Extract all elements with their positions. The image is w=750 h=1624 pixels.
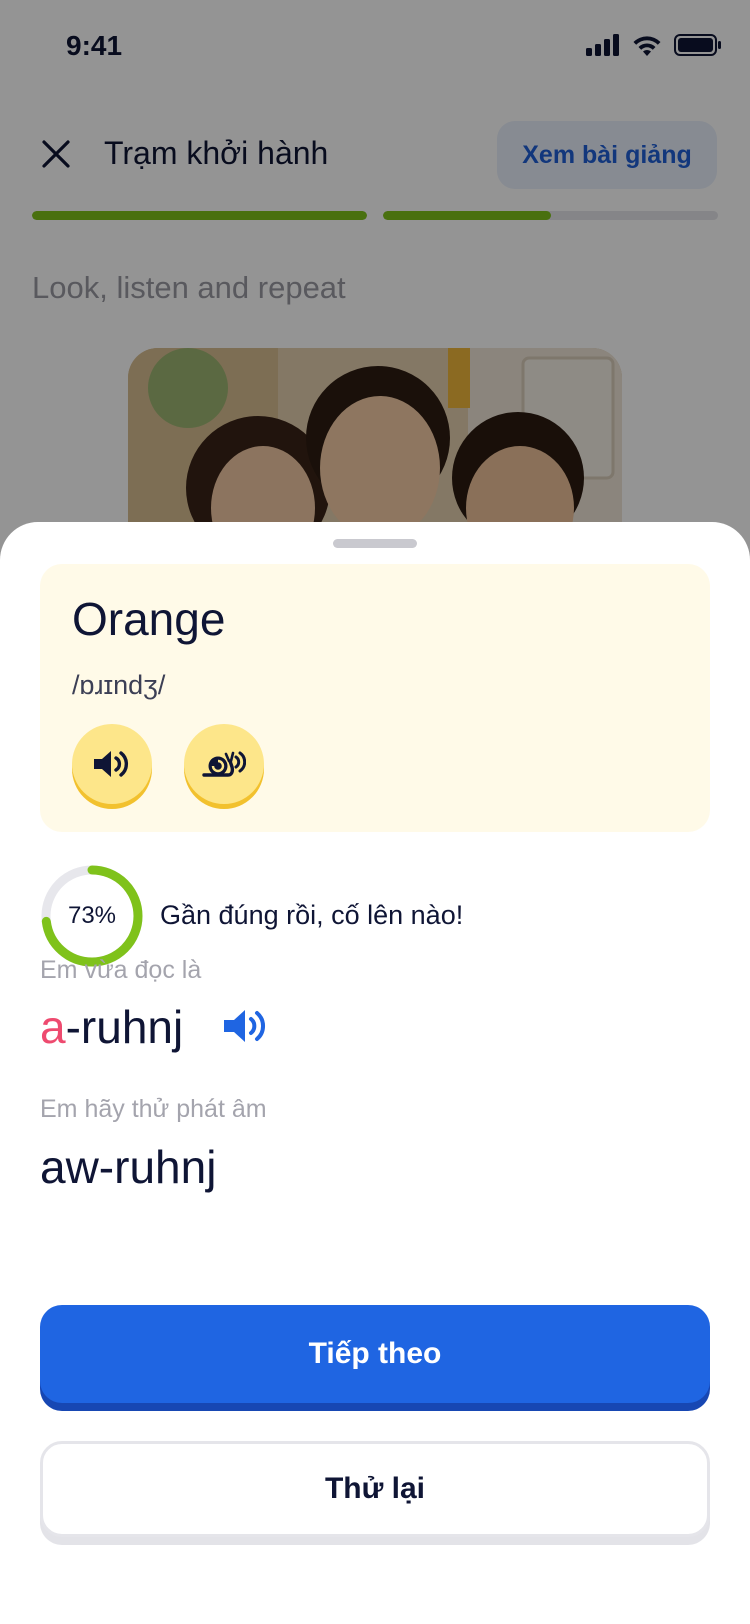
play-audio-button[interactable] (72, 724, 152, 804)
suggested-pronunciation: aw-ruhnj (40, 1141, 217, 1193)
pronunciation-result-sheet: Orange /ɒɹɪndʒ/ 73% Gần đúng rồi, cố lên… (0, 522, 750, 1624)
mispronounced-part: a (40, 1001, 66, 1053)
feedback-text: Gần đúng rồi, cố lên nào! (160, 900, 464, 930)
you-read-word: a -ruhnj (40, 1000, 183, 1054)
you-read-label: Em vừa đọc là (40, 956, 202, 984)
read-word-rest: -ruhnj (65, 1001, 184, 1053)
target-word: Orange (72, 593, 226, 645)
retry-button[interactable]: Thử lại (40, 1441, 710, 1537)
word-card: Orange /ɒɹɪndʒ/ (40, 564, 710, 832)
play-slow-audio-button[interactable] (184, 724, 264, 804)
sheet-grabber[interactable] (333, 539, 417, 548)
next-button[interactable]: Tiếp theo (40, 1305, 710, 1403)
score-row: 73% Gần đúng rồi, cố lên nào! (40, 864, 710, 968)
ipa-transcription: /ɒɹɪndʒ/ (72, 670, 166, 700)
speaker-icon (94, 751, 128, 777)
try-label: Em hãy thử phát âm (40, 1095, 267, 1123)
score-percent: 73% (67, 902, 117, 929)
play-recording-button[interactable] (222, 1006, 270, 1050)
snail-slow-icon (202, 751, 246, 777)
speaker-icon (224, 1010, 265, 1042)
